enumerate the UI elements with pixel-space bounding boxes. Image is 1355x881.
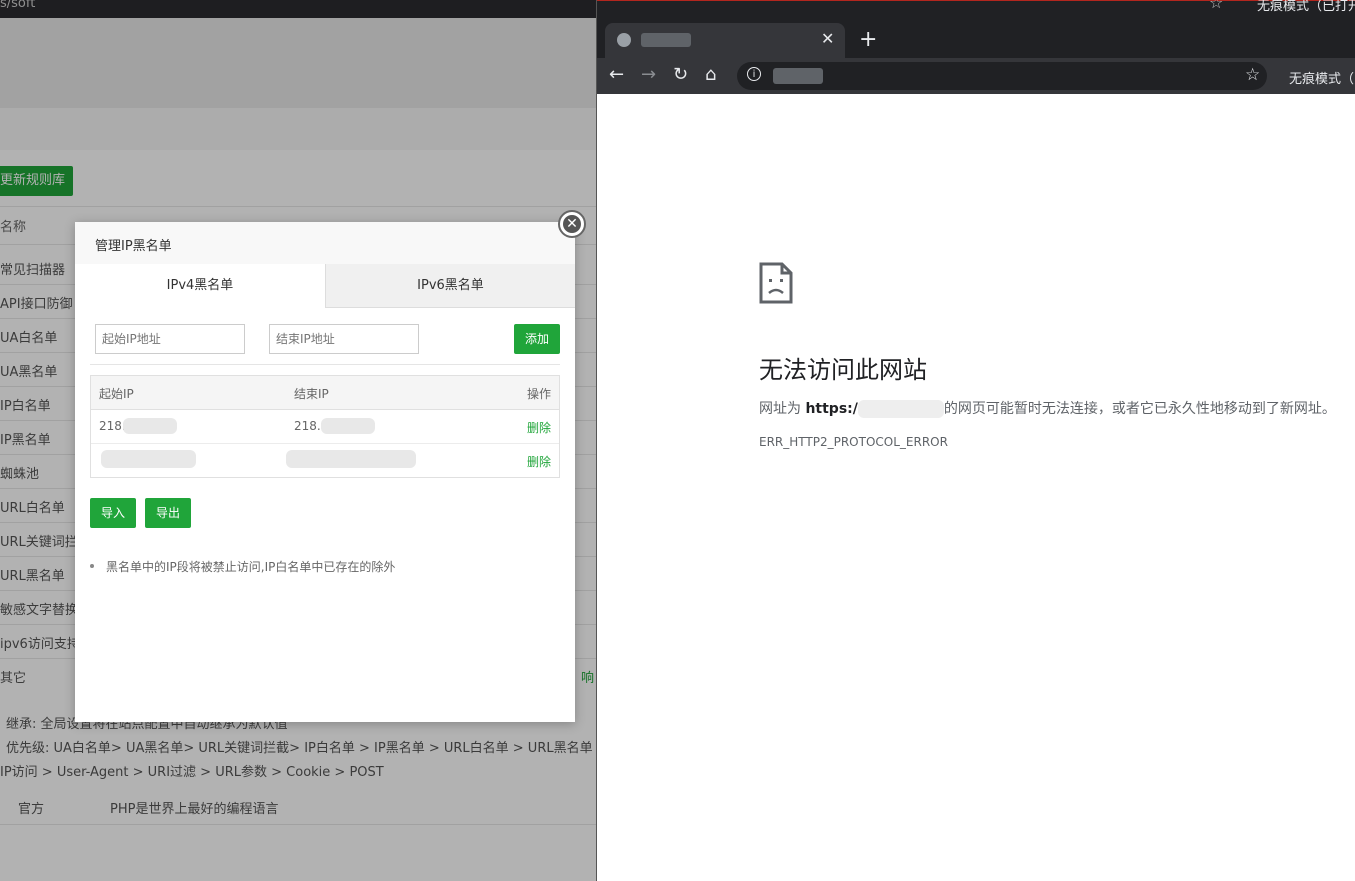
header-start-ip: 起始IP <box>99 387 134 401</box>
ip-blacklist-dialog: 管理IP黑名单 IPv4黑名单 IPv6黑名单 添加 起始IP 结束IP 操作 … <box>75 222 575 722</box>
table-row: 218. 218. 删除 <box>91 409 559 444</box>
delete-link[interactable]: 删除 <box>527 453 551 470</box>
home-icon[interactable]: ⌂ <box>705 64 716 85</box>
forward-icon[interactable]: → <box>641 64 656 85</box>
tab-strip: ☆ 无痕模式（已打开 ✕ + <box>597 0 1355 59</box>
redacted-blur <box>321 418 375 434</box>
import-button[interactable]: 导入 <box>90 498 136 528</box>
close-icon: ✕ <box>563 215 581 233</box>
start-ip-cell: 218. <box>99 419 126 433</box>
header-action: 操作 <box>526 387 551 401</box>
address-bar[interactable]: i ☆ <box>737 62 1267 90</box>
back-icon[interactable]: ← <box>609 64 624 85</box>
error-code: ERR_HTTP2_PROTOCOL_ERROR <box>759 435 948 449</box>
start-ip-input[interactable] <box>95 324 245 354</box>
incognito-label[interactable]: 无痕模式（已 <box>1289 68 1355 87</box>
end-ip-cell: 218. <box>294 419 321 433</box>
browser-window: ☆ 无痕模式（已打开 ✕ + ← → ↻ ⌂ i ☆ 无痕模式（已 无法访问此网… <box>596 0 1355 881</box>
incognito-indicator: 无痕模式（已打开 <box>1257 0 1355 14</box>
table-row: 删除 <box>91 443 559 477</box>
dialog-title-bar: 管理IP黑名单 <box>75 222 575 265</box>
add-button[interactable]: 添加 <box>514 324 560 354</box>
browser-toolbar: ← → ↻ ⌂ i ☆ 无痕模式（已 <box>597 58 1355 94</box>
tab-ipv4-blacklist[interactable]: IPv4黑名单 <box>75 264 325 308</box>
modal-backdrop-lower[interactable] <box>0 800 596 881</box>
error-title: 无法访问此网站 <box>759 356 927 384</box>
delete-link[interactable]: 删除 <box>527 419 551 436</box>
browser-tab[interactable]: ✕ <box>605 23 845 59</box>
header-end-ip: 结束IP <box>294 387 329 401</box>
url-redacted <box>857 400 944 418</box>
end-ip-input[interactable] <box>269 324 419 354</box>
error-description: 网址为 https:/ 的网页可能暂时无法连接，或者它已永久性地移动到了新网址。 <box>759 398 1336 418</box>
star-icon[interactable]: ☆ <box>1209 0 1223 12</box>
blacklist-note: 黑名单中的IP段将被禁止访问,IP白名单中已存在的除外 <box>89 560 396 574</box>
error-desc-suffix: 的网页可能暂时无法连接，或者它已永久性地移动到了新网址。 <box>943 401 1336 417</box>
close-dialog-button[interactable]: ✕ <box>558 210 586 238</box>
error-desc-prefix: 网址为 <box>759 401 806 417</box>
redacted-blur <box>286 450 416 468</box>
sad-page-icon <box>759 262 793 307</box>
new-tab-button[interactable]: + <box>859 27 877 52</box>
table-header: 起始IP 结束IP 操作 <box>91 376 559 410</box>
tab-title-redacted <box>641 33 691 47</box>
globe-icon <box>617 33 631 47</box>
tab-ipv6-blacklist[interactable]: IPv6黑名单 <box>325 264 575 308</box>
info-icon[interactable]: i <box>747 67 761 81</box>
export-button[interactable]: 导出 <box>145 498 191 528</box>
bookmark-star-icon[interactable]: ☆ <box>1245 65 1260 85</box>
blacklist-table: 起始IP 结束IP 操作 218. 218. 删除 删除 <box>90 375 560 478</box>
redacted-blur <box>101 450 196 468</box>
redacted-blur <box>123 418 177 434</box>
close-tab-icon[interactable]: ✕ <box>821 29 834 48</box>
reload-icon[interactable]: ↻ <box>673 64 688 85</box>
divider <box>90 364 560 365</box>
dialog-title: 管理IP黑名单 <box>95 239 172 254</box>
error-url: https:/ <box>805 401 858 417</box>
url-redacted <box>773 68 823 84</box>
